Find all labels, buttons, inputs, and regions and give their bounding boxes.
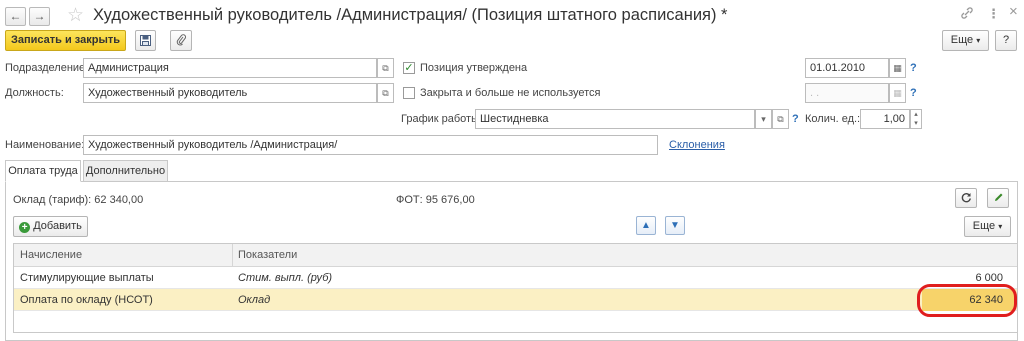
help-closed-icon[interactable]: ? (910, 87, 917, 99)
help-button[interactable]: ? (995, 30, 1017, 51)
closed-label: Закрыта и больше не используется (420, 87, 601, 99)
refresh-button[interactable] (955, 188, 977, 208)
row-accrual: Стимулирующие выплаты (20, 272, 154, 284)
open-schedule-icon[interactable]: ⧉ (772, 109, 789, 129)
more-label: Еще (950, 34, 974, 46)
more-button[interactable]: Еще ▾ (942, 30, 989, 51)
chevron-down-icon: ▾ (976, 36, 981, 45)
calendar-disabled-icon[interactable]: ▦ (889, 83, 906, 103)
grid-more-label: Еще (972, 220, 996, 232)
column-indicators[interactable]: Показатели (238, 249, 297, 261)
tab-pay[interactable]: Оплата труда (5, 160, 81, 182)
calendar-icon[interactable]: ▦ (889, 58, 906, 78)
approved-date-field[interactable]: 01.01.2010 (805, 58, 889, 78)
schedule-label: График работы: (401, 113, 483, 125)
qty-label: Колич. ед.: (805, 113, 861, 125)
row-indicator: Стим. выпл. (руб) (238, 272, 333, 284)
arrow-left-icon: ← (9, 9, 22, 23)
paperclip-icon (176, 34, 186, 46)
table-header: Начисление Показатели (14, 244, 1017, 267)
more-icon[interactable]: ⋮ (987, 6, 1000, 22)
tab-additional[interactable]: Дополнительно (83, 160, 168, 182)
edit-button[interactable] (987, 188, 1009, 208)
position-field[interactable]: Художественный руководитель (83, 83, 377, 103)
arrow-right-icon: → (33, 9, 46, 23)
arrow-up-icon: ▲ (641, 220, 651, 231)
open-division-icon[interactable]: ⧉ (377, 58, 394, 78)
favorite-star-icon[interactable]: ☆ (67, 4, 84, 27)
floppy-icon (140, 35, 151, 46)
pencil-icon (994, 193, 1002, 201)
save-and-close-button[interactable]: Записать и закрыть (5, 30, 126, 51)
row-value: 6 000 (975, 272, 1003, 284)
move-up-button[interactable]: ▲ (636, 216, 656, 235)
name-label: Наименование: (5, 139, 85, 151)
back-button[interactable]: ← (5, 7, 26, 26)
column-divider (232, 244, 233, 267)
approved-label: Позиция утверждена (420, 62, 528, 74)
column-accrual[interactable]: Начисление (20, 249, 82, 261)
attach-button[interactable] (170, 30, 192, 51)
salary-text: Оклад (тариф): 62 340,00 (13, 194, 144, 206)
qty-field[interactable]: 1,00 (860, 109, 910, 129)
close-icon[interactable]: × (1009, 3, 1018, 20)
table-row-selected[interactable]: Оплата по окладу (НСОТ) Оклад 62 340 (14, 289, 1017, 311)
move-down-button[interactable]: ▼ (665, 216, 685, 235)
position-label: Должность: (5, 87, 64, 99)
help-schedule-icon[interactable]: ? (792, 113, 799, 125)
add-label: Добавить (33, 220, 82, 232)
fot-text: ФОТ: 95 676,00 (396, 194, 475, 206)
save-button[interactable] (135, 30, 156, 51)
page-title: Художественный руководитель /Администрац… (93, 6, 728, 24)
accruals-table: Начисление Показатели Стимулирующие выпл… (13, 243, 1018, 333)
link-icon[interactable] (960, 6, 974, 23)
refresh-icon (961, 193, 971, 203)
qty-stepper-icon[interactable]: ▴ ▾ (910, 109, 922, 129)
open-position-icon[interactable]: ⧉ (377, 83, 394, 103)
forward-button[interactable]: → (29, 7, 50, 26)
division-label: Подразделение: (5, 62, 89, 74)
row-indicator: Оклад (238, 294, 271, 306)
grid-more-button[interactable]: Еще ▾ (964, 216, 1011, 237)
arrow-down-icon: ▼ (670, 220, 680, 231)
name-field[interactable]: Художественный руководитель /Администрац… (83, 135, 658, 155)
closed-date-field[interactable]: . . (805, 83, 889, 103)
highlight-ring (917, 284, 1017, 317)
approved-checkbox[interactable]: ✓ (403, 62, 415, 74)
table-row[interactable]: Стимулирующие выплаты Стим. выпл. (руб) … (14, 267, 1017, 289)
schedule-field[interactable]: Шестидневка (475, 109, 755, 129)
help-approved-icon[interactable]: ? (910, 62, 917, 74)
add-button[interactable]: + Добавить (13, 216, 88, 237)
plus-circle-icon: + (19, 222, 31, 233)
schedule-dropdown-icon[interactable]: ▾ (755, 109, 772, 129)
closed-checkbox[interactable] (403, 87, 415, 99)
chevron-down-icon: ▾ (998, 222, 1003, 231)
division-field[interactable]: Администрация (83, 58, 377, 78)
row-accrual: Оплата по окладу (НСОТ) (20, 294, 153, 306)
declensions-link[interactable]: Склонения (669, 139, 725, 151)
